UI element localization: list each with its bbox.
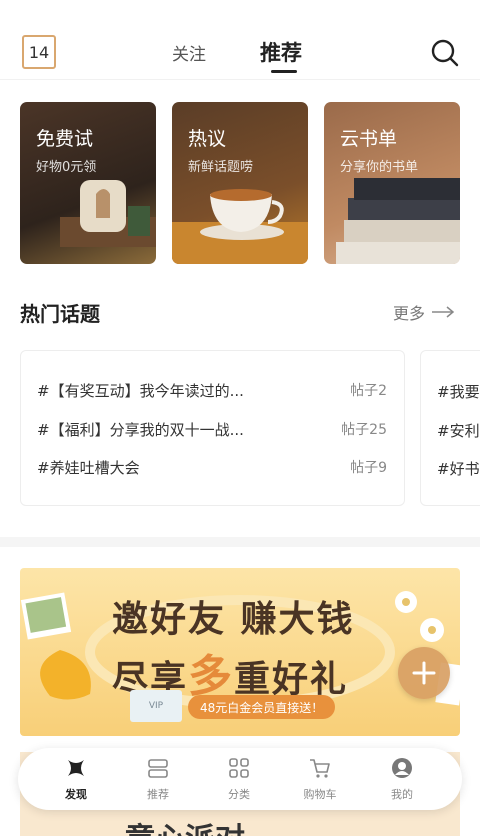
- arrow-right-icon: [432, 306, 455, 318]
- card-book-list[interactable]: 云书单 分享你的书单: [324, 102, 460, 264]
- nav-label: 发现: [65, 788, 87, 801]
- card-title: 云书单: [340, 128, 398, 150]
- card-title: 免费试: [36, 128, 94, 150]
- card-subtitle: 分享你的书单: [340, 160, 419, 175]
- card-title: 热议: [188, 128, 227, 150]
- nav-cart[interactable]: 购物车: [290, 756, 350, 802]
- card-free-trial[interactable]: 免费试 好物0元领: [20, 102, 156, 264]
- next-banner-title: 童心派对: [125, 814, 245, 836]
- section-divider: [0, 537, 480, 547]
- hot-topics-title: 热门话题: [20, 302, 100, 326]
- banner-offer-pill: 48元白金会员直接送！: [188, 695, 336, 719]
- more-link-label: 更多: [393, 304, 426, 323]
- nav-label: 推荐: [147, 788, 169, 801]
- add-post-button[interactable]: [398, 647, 450, 699]
- invite-friends-banner[interactable]: 邀好友 赚大钱 尽享多重好礼 VIP 48元白金会员直接送！: [20, 568, 460, 736]
- nav-discover[interactable]: 发现: [46, 756, 106, 802]
- banner-headline: 邀好友 赚大钱: [112, 599, 355, 640]
- topic-row[interactable]: #【福利】分享我的双十一战... 帖子25: [37, 417, 387, 441]
- search-icon[interactable]: [430, 38, 460, 68]
- card-hot-discussion[interactable]: 热议 新鲜话题唠: [172, 102, 308, 264]
- calendar-day-badge[interactable]: 14: [22, 35, 56, 69]
- bottom-nav: 发现 推荐 分类 购物车 我的: [18, 748, 462, 810]
- topic-post-count: 帖子9: [350, 460, 387, 476]
- top-header: 14 关注 推荐: [0, 0, 480, 80]
- cart-icon: [310, 759, 330, 778]
- profile-icon: [392, 758, 412, 778]
- category-icon: [229, 758, 249, 778]
- nav-label: 我的: [391, 788, 413, 801]
- vip-card-icon: VIP: [130, 690, 182, 722]
- topic-row[interactable]: #养娃吐槽大会 帖子9: [37, 455, 387, 479]
- tab-recommend[interactable]: 推荐: [260, 37, 302, 67]
- plus-icon: [412, 661, 436, 685]
- nav-label: 购物车: [303, 788, 337, 801]
- topic-name: #【有奖互动】我今年读过的...: [37, 381, 244, 400]
- recommend-icon: [148, 759, 168, 778]
- topic-name: #安利: [437, 422, 480, 440]
- card-subtitle: 好物0元领: [36, 160, 97, 175]
- topic-post-count: 帖子2: [350, 383, 387, 399]
- nav-recommend[interactable]: 推荐: [128, 756, 188, 802]
- topic-card-next[interactable]: #我要 #安利 #好书: [420, 350, 480, 506]
- topic-name: #养娃吐槽大会: [37, 458, 140, 477]
- card-subtitle: 新鲜话题唠: [188, 160, 254, 175]
- topic-card: #【有奖互动】我今年读过的... 帖子2 #【福利】分享我的双十一战... 帖子…: [20, 350, 405, 506]
- active-tab-indicator: [271, 70, 297, 73]
- tab-follow[interactable]: 关注: [172, 40, 206, 65]
- discover-icon: [68, 760, 84, 776]
- topic-row[interactable]: #【有奖互动】我今年读过的... 帖子2: [37, 378, 387, 402]
- nav-category[interactable]: 分类: [209, 756, 269, 802]
- topic-name: #【福利】分享我的双十一战...: [37, 420, 244, 439]
- nav-profile[interactable]: 我的: [372, 756, 432, 802]
- more-link[interactable]: 更多: [393, 300, 455, 324]
- nav-label: 分类: [228, 788, 250, 801]
- topic-post-count: 帖子25: [341, 422, 387, 438]
- banner-text-part: 重好礼: [234, 659, 349, 700]
- topic-name: #好书: [437, 460, 480, 478]
- topic-name: #我要: [437, 383, 480, 401]
